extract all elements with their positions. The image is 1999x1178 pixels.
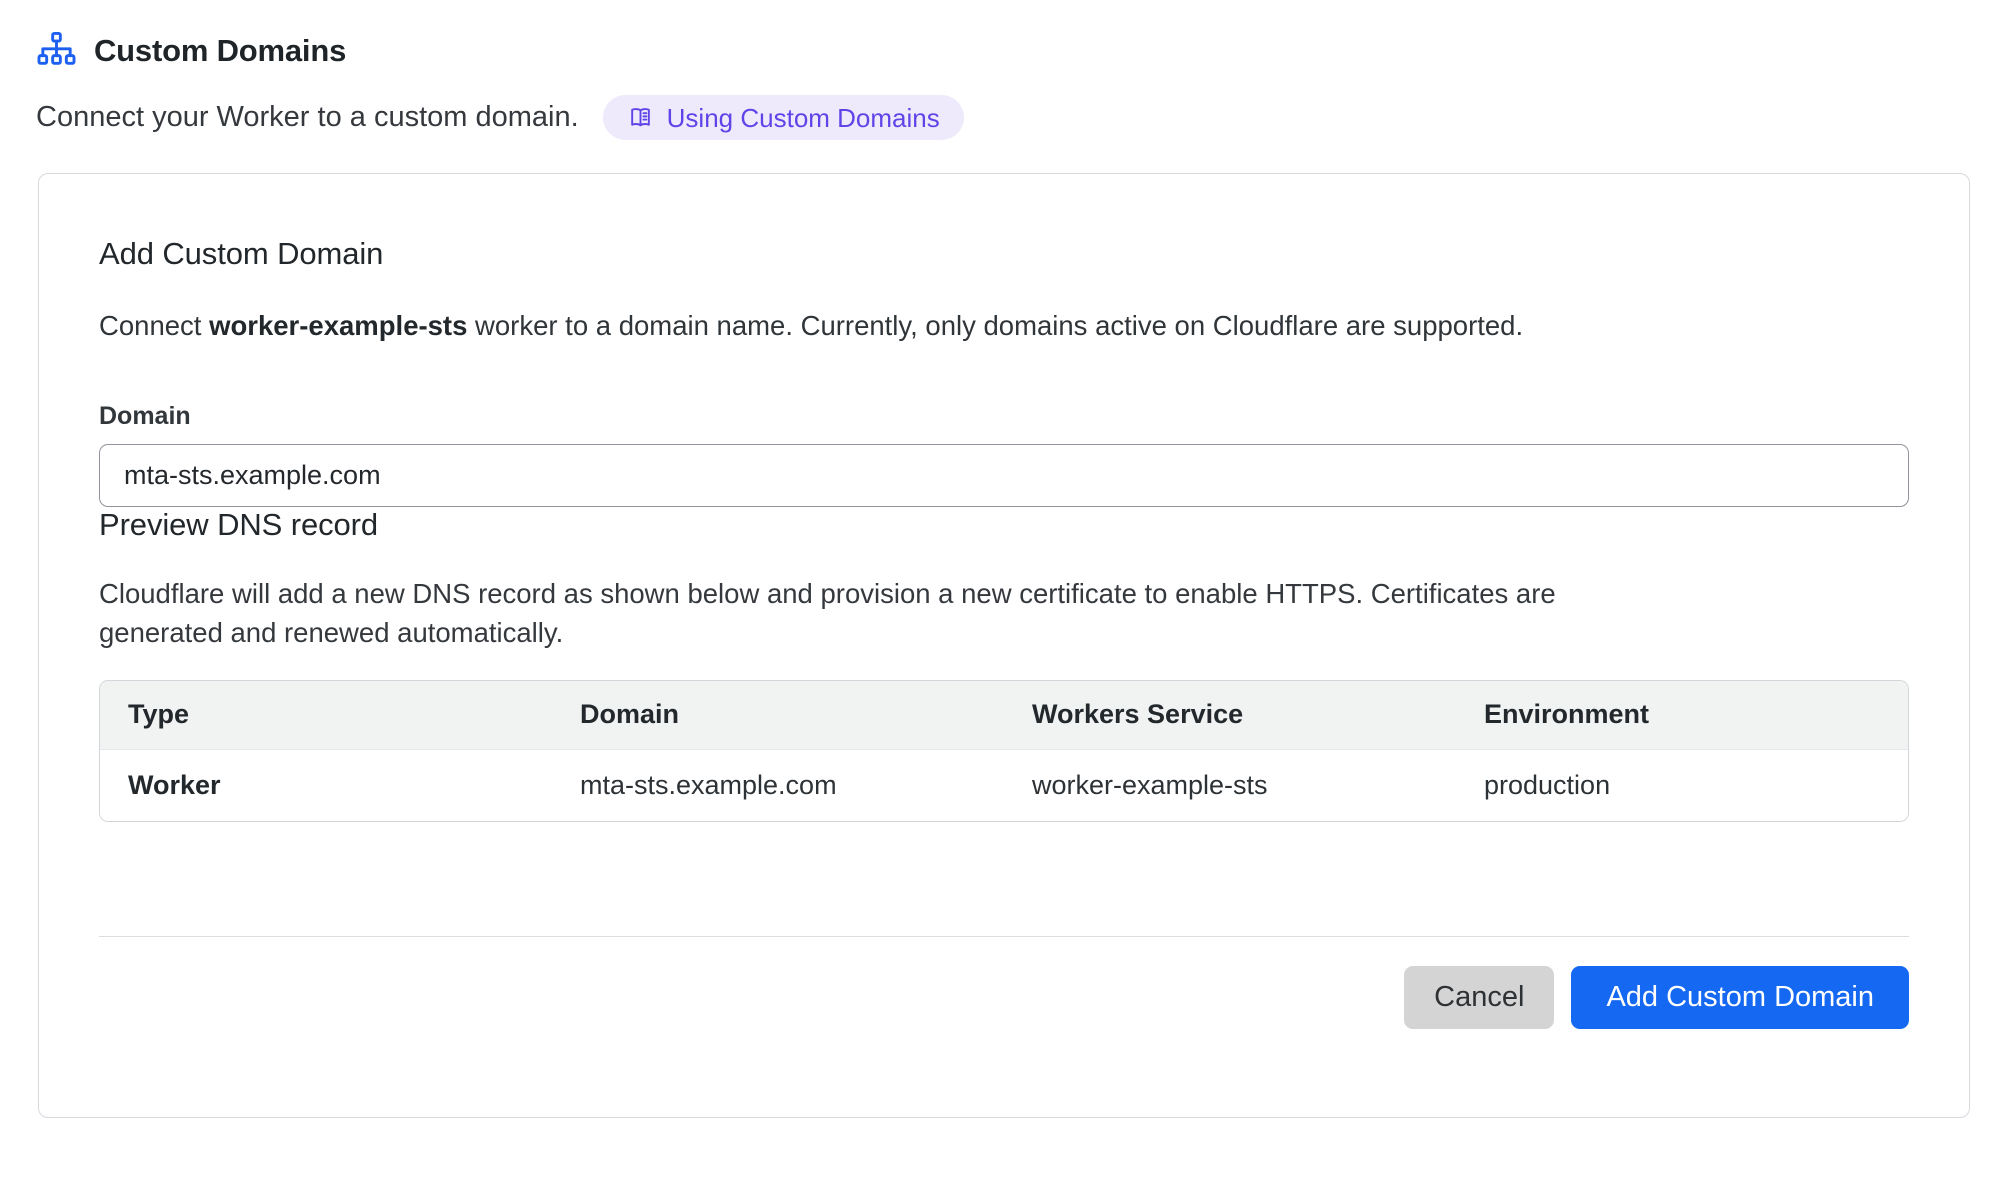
preview-dns-description: Cloudflare will add a new DNS record as … [99, 574, 1649, 652]
page-subtitle: Connect your Worker to a custom domain. [36, 101, 579, 134]
card-heading: Add Custom Domain [99, 236, 1909, 272]
column-header-domain: Domain [552, 681, 1004, 749]
docs-link-using-custom-domains[interactable]: Using Custom Domains [603, 95, 964, 140]
subtitle-row: Connect your Worker to a custom domain. … [36, 95, 1999, 140]
sitemap-icon [36, 30, 77, 71]
cell-workers-service: worker-example-sts [1004, 749, 1456, 821]
table-header-row: Type Domain Workers Service Environment [100, 681, 1908, 749]
worker-name: worker-example-sts [209, 310, 467, 341]
add-custom-domain-button[interactable]: Add Custom Domain [1571, 966, 1909, 1029]
add-custom-domain-card: Add Custom Domain Connect worker-example… [38, 173, 1970, 1118]
card-description: Connect worker-example-sts worker to a d… [99, 310, 1909, 342]
dns-preview-table: Type Domain Workers Service Environment … [99, 680, 1909, 822]
column-header-environment: Environment [1456, 681, 1908, 749]
table-row: Worker mta-sts.example.com worker-exampl… [100, 749, 1908, 821]
domain-input[interactable] [99, 444, 1909, 507]
cell-environment: production [1456, 749, 1908, 821]
footer-actions: Cancel Add Custom Domain [99, 966, 1909, 1029]
open-book-icon [627, 104, 654, 131]
description-prefix: Connect [99, 310, 209, 341]
cell-domain: mta-sts.example.com [552, 749, 1004, 821]
title-row: Custom Domains [36, 30, 1999, 71]
cancel-button[interactable]: Cancel [1404, 966, 1554, 1029]
docs-link-label: Using Custom Domains [667, 105, 940, 131]
page-title: Custom Domains [94, 33, 346, 69]
domain-field-label: Domain [99, 402, 1909, 431]
page-header: Custom Domains Connect your Worker to a … [36, 30, 1999, 140]
preview-dns-heading: Preview DNS record [99, 507, 1909, 543]
column-header-workers-service: Workers Service [1004, 681, 1456, 749]
description-suffix: worker to a domain name. Currently, only… [467, 310, 1523, 341]
footer-divider [99, 936, 1909, 937]
column-header-type: Type [100, 681, 552, 749]
cell-type: Worker [100, 749, 552, 821]
